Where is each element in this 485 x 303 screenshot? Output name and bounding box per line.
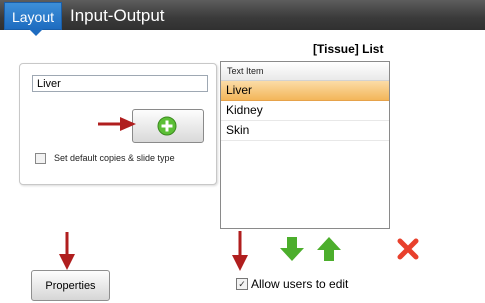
default-copies-option[interactable]: Set default copies & slide type: [35, 153, 175, 165]
list-item[interactable]: Kidney: [221, 101, 389, 121]
default-copies-label: Set default copies & slide type: [54, 153, 175, 163]
tab-input-output[interactable]: Input-Output: [70, 2, 165, 30]
list-item[interactable]: Skin: [221, 121, 389, 141]
red-arrow-down-icon: [232, 231, 248, 271]
red-arrow-right-icon: [98, 117, 136, 131]
list-item[interactable]: Liver: [221, 81, 389, 101]
allow-edit-label: Allow users to edit: [251, 277, 349, 291]
move-up-icon[interactable]: [316, 236, 342, 262]
properties-button[interactable]: Properties: [31, 270, 110, 301]
allow-edit-option[interactable]: ✓ Allow users to edit: [236, 277, 348, 291]
tab-bar: Layout Input-Output: [0, 0, 485, 36]
text-item-input[interactable]: Liver: [32, 75, 208, 92]
add-item-button[interactable]: [132, 109, 204, 143]
red-arrow-down-icon: [59, 232, 75, 270]
list-title: [Tissue] List: [313, 42, 384, 56]
default-copies-checkbox[interactable]: [35, 153, 46, 165]
tab-layout[interactable]: Layout: [4, 2, 62, 36]
tissue-list[interactable]: Text Item Liver Kidney Skin: [220, 61, 390, 229]
delete-icon[interactable]: [397, 238, 419, 260]
add-icon: [157, 116, 177, 136]
list-column-header[interactable]: Text Item: [221, 62, 389, 81]
move-down-icon[interactable]: [279, 236, 305, 262]
allow-edit-checkbox[interactable]: ✓: [236, 277, 248, 290]
